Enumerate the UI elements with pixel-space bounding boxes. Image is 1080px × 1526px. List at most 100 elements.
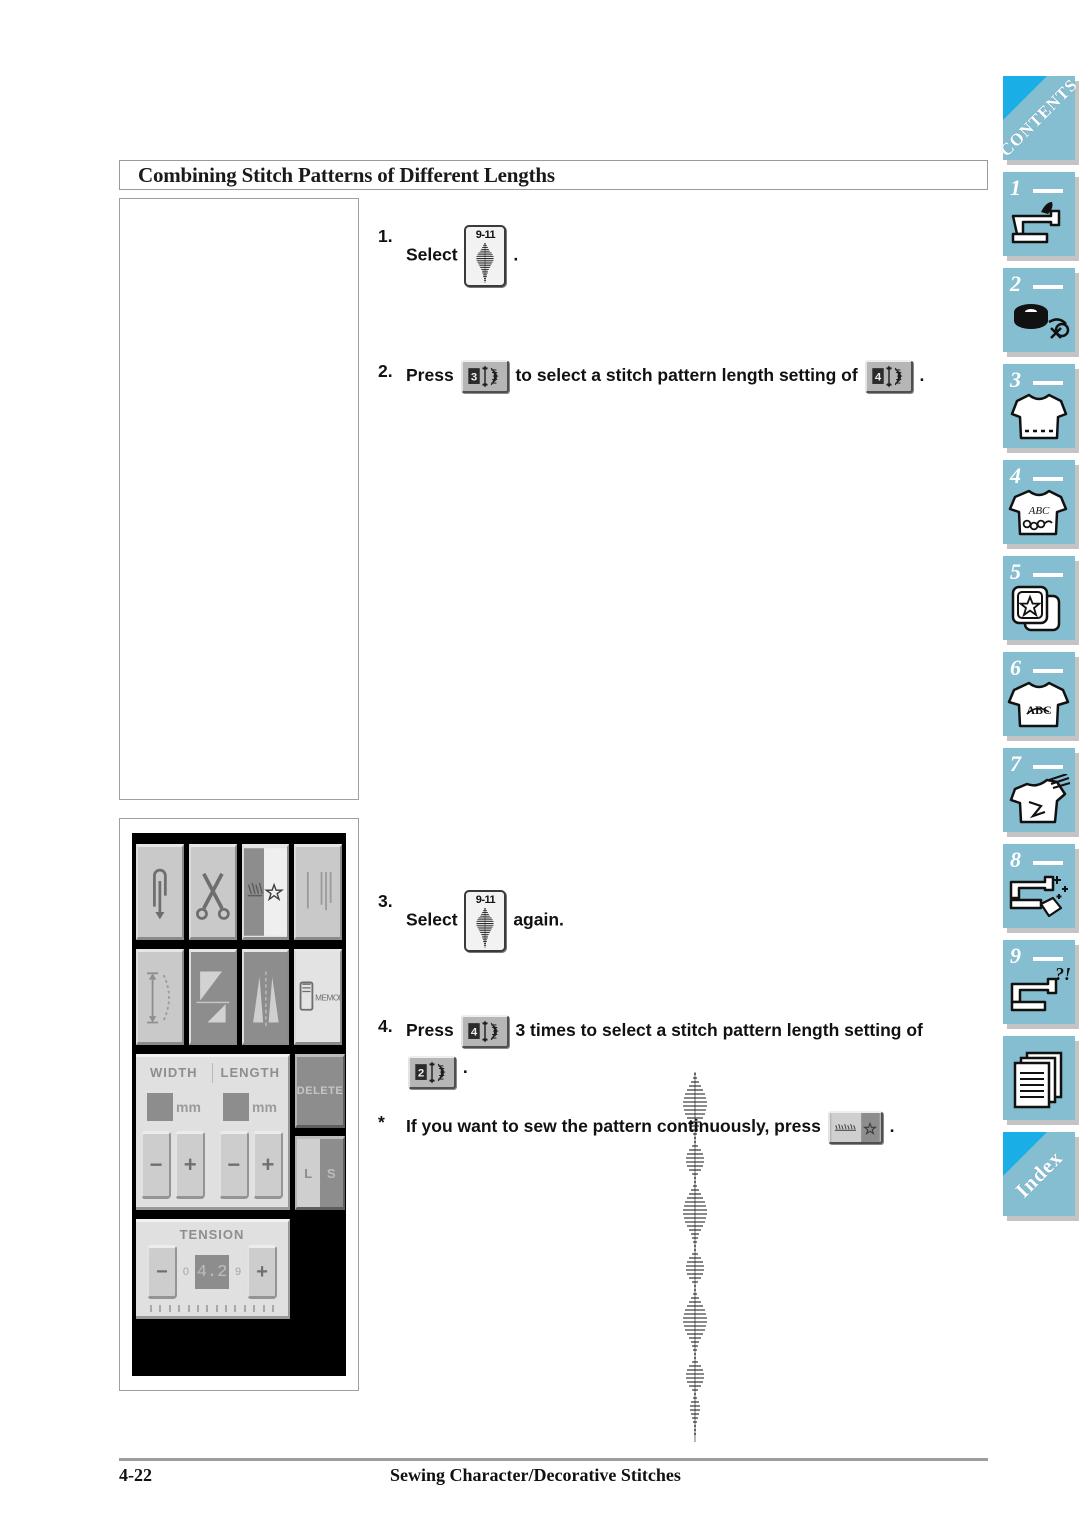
tab-dash [1033,285,1063,289]
leaf-stitch-pattern-icon [466,243,504,283]
embroidery-frame-star-icon [1007,582,1071,636]
sidebar-tabs: CONTENTS 1 2 3 4 ABC 5 6 ABC 7 8 9 ?! In… [996,75,1080,1228]
tab-dash [1033,381,1063,385]
lcd-side-buttons: DELETE L S [295,1054,345,1210]
tab-dash [1033,957,1063,961]
width-minus-button: − [141,1131,172,1199]
step-2-number: 2. [378,361,393,381]
illustration-box-top [119,198,359,800]
sidebar-item-4[interactable]: 4 ABC [1003,460,1075,544]
tension-plus-button: + [247,1245,278,1299]
sidebar-item-contents[interactable]: CONTENTS [996,75,1080,160]
footer-chapter-title: Sewing Character/Decorative Stitches [390,1465,681,1485]
step-3: 3. Select 9-11 again. [378,890,978,952]
note-text-before: If you want to sew the pattern continuou… [406,1116,821,1137]
needle-up-down-icon [138,847,182,937]
step-2-body: Press 3 to select a stitch pattern lengt… [406,360,978,393]
tab-dash [1033,477,1063,481]
leaf-stitch-pattern-key: 9-11 [464,225,507,287]
sidebar-item-3[interactable]: 3 [1003,364,1075,448]
tension-value: 4.2 [195,1255,229,1289]
svg-text:2: 2 [418,1067,424,1079]
width-label: WIDTH [149,1065,198,1080]
tension-scale-ticks [150,1302,274,1312]
memory-key: MEMORY [294,949,342,1045]
plus-icon: + [261,1152,275,1177]
bobbin-thread-icon [1007,294,1071,348]
leaf-stitch-pattern-icon [466,908,504,948]
lcd-control-panel-illustration: MEMORY WIDTH LENGTH mm [132,833,346,1376]
plus-icon: + [183,1152,197,1177]
sidebar-item-label: CONTENTS [996,75,1080,161]
step-1-text-after: . [513,244,519,265]
tab-dash [1033,573,1063,577]
length-plus-button: + [252,1131,283,1199]
elongation-key [241,949,290,1045]
width-plus-button: + [175,1131,206,1199]
tension-scale-max: 9 [235,1266,242,1278]
length-arrow-icon [138,952,182,1042]
instruction-steps: 1. Select 9-11 . 2. Press 3 to select a … [378,205,978,1144]
svg-text:MEMORY: MEMORY [315,994,340,1003]
length-key-digit: 3 [470,371,476,383]
sidebar-item-index[interactable]: Index [1003,1132,1075,1216]
svg-text:4: 4 [874,371,881,383]
svg-text:4: 4 [470,1026,477,1038]
note-marker: * [378,1112,385,1132]
step-3-text-before: Select [406,909,458,930]
sidebar-item-8[interactable]: 8 [1003,844,1075,928]
step-3-body: Select 9-11 again. [406,890,978,952]
ls-left-label: L [297,1139,320,1207]
stitch-lines-icon [296,847,340,937]
step-2: 2. Press 3 to select a stitch pattern le… [378,360,978,393]
step-1-number: 1. [378,226,393,246]
tab-dash [1033,189,1063,193]
sidebar-item-reference[interactable] [1003,1036,1075,1120]
svg-text:?!: ?! [1055,966,1071,984]
sewing-machine-question-icon: ?! [1007,964,1071,1020]
section-title-bar: Combining Stitch Patterns of Different L… [119,160,988,190]
ls-right-label: S [320,1139,343,1207]
ls-button: L S [295,1136,345,1210]
sidebar-item-2[interactable]: 2 [1003,268,1075,352]
sidebar-item-label: Index [1010,1145,1068,1203]
minus-icon: − [149,1152,163,1177]
tension-minus-button: − [146,1245,177,1299]
sidebar-item-5[interactable]: 5 [1003,556,1075,640]
sewing-machine-cleaning-icon [1007,870,1071,924]
thread-cutter-key [188,844,237,940]
tab-dash [1033,669,1063,673]
tab-dash [1033,861,1063,865]
leaf-stitch-pattern-key: 9-11 [464,890,507,952]
step-1-text-before: Select [406,244,458,265]
shirt-dashed-hem-icon [1007,390,1071,444]
step-1-body: Select 9-11 . [406,225,978,287]
sidebar-item-7[interactable]: 7 [1003,748,1075,832]
footer-page-number: 4-22 [119,1465,152,1485]
lcd-width-length-block: WIDTH LENGTH mm mm − + − + DELETE L S [136,1054,345,1210]
page-title: Combining Stitch Patterns of Different L… [138,162,555,187]
length-value [223,1093,250,1121]
shirt-needle-repair-icon [1007,773,1071,828]
note-text-after: . [889,1116,895,1137]
tension-scale-min: 0 [182,1266,189,1278]
stitch-sample-illustration [645,1072,745,1450]
sidebar-item-9[interactable]: 9 ?! [1003,940,1075,1024]
lcd-tension-block: TENSION − 0 4.2 9 + [136,1219,290,1319]
minus-icon: − [227,1152,241,1177]
tension-label: TENSION [179,1227,245,1242]
step-4-number: 4. [378,1016,393,1036]
step-3-text-after: again. [513,909,564,930]
sidebar-item-6[interactable]: 6 ABC [1003,652,1075,736]
sidebar-item-1[interactable]: 1 [1003,172,1075,256]
length-unit: mm [252,1099,277,1115]
pattern-star-icon [243,847,288,937]
step-4-text-before: Press [406,1020,454,1041]
needle-position-key [136,844,184,940]
step-3-number: 3. [378,891,393,911]
pattern-select-key [241,844,290,940]
length-label: LENGTH [220,1065,280,1080]
memory-icon: MEMORY [296,952,340,1042]
stitch-preview-key [294,844,342,940]
documents-stack-icon [1007,1046,1071,1116]
